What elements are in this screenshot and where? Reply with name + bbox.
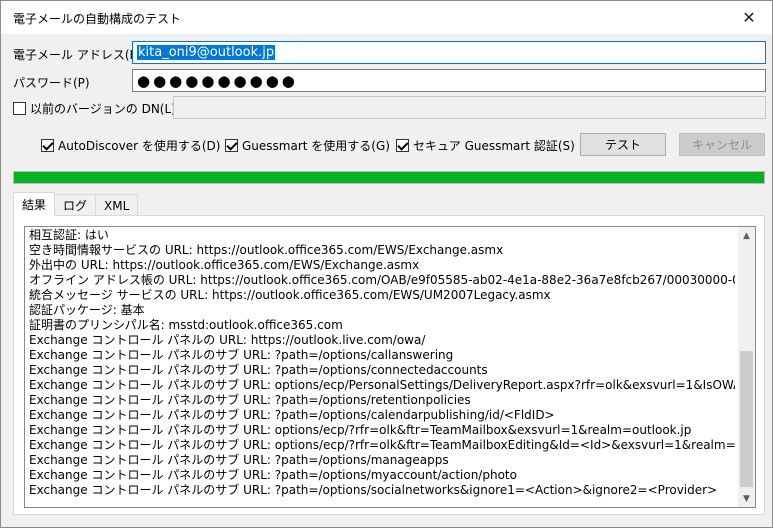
guessmart-checkbox-box bbox=[225, 139, 238, 152]
scroll-thumb[interactable] bbox=[740, 351, 753, 487]
close-button[interactable]: ✕ bbox=[726, 1, 772, 34]
scroll-down-icon[interactable]: ▼ bbox=[738, 490, 755, 507]
result-line: 外出中の URL: https://outlook.office365.com/… bbox=[29, 258, 420, 272]
legacy-dn-checkbox-box bbox=[13, 102, 26, 115]
test-button[interactable]: テスト bbox=[580, 133, 666, 156]
result-line: Exchange コントロール パネルのサブ URL: options/ecp/… bbox=[29, 378, 735, 392]
result-line: 相互認証: はい bbox=[29, 228, 109, 242]
result-line: 空き時間情報サービスの URL: https://outlook.office3… bbox=[29, 243, 504, 257]
legacy-dn-checkbox[interactable]: 以前のバージョンの DN(L) bbox=[13, 100, 176, 117]
password-input[interactable]: ●●●●●●●●●● bbox=[132, 69, 766, 92]
result-line: Exchange コントロール パネルのサブ URL: ?path=/optio… bbox=[29, 393, 471, 407]
result-line: Exchange コントロール パネルのサブ URL: ?path=/optio… bbox=[29, 408, 555, 422]
progress-fill bbox=[14, 172, 764, 183]
close-icon: ✕ bbox=[742, 8, 756, 27]
result-line: Exchange コントロール パネルのサブ URL: ?path=/optio… bbox=[29, 453, 449, 467]
password-label: パスワード(P) bbox=[13, 76, 90, 90]
email-value: kita_oni9@outlook.jp bbox=[137, 45, 276, 60]
password-value: ●●●●●●●●●● bbox=[137, 71, 298, 90]
results-lines: 相互認証: はい 空き時間情報サービスの URL: https://outlook… bbox=[29, 228, 735, 498]
secure-guessmart-label: セキュア Guessmart 認証(S) bbox=[413, 139, 575, 153]
autodiscover-label: AutoDiscover を使用する(D) bbox=[58, 139, 221, 153]
secure-guessmart-checkbox-box bbox=[396, 139, 409, 152]
result-line: Exchange コントロール パネルのサブ URL: ?path=/optio… bbox=[29, 468, 517, 482]
scroll-up-icon[interactable]: ▲ bbox=[738, 227, 755, 244]
result-line: Exchange コントロール パネルの URL: https://outloo… bbox=[29, 333, 426, 347]
result-line: Exchange コントロール パネルのサブ URL: ?path=/optio… bbox=[29, 363, 488, 377]
autodiscover-checkbox[interactable]: AutoDiscover を使用する(D) bbox=[41, 137, 220, 154]
autoconfig-dialog: 電子メールの自動構成のテスト ✕ 電子メール アドレス(E) kita_oni9… bbox=[0, 0, 773, 528]
guessmart-label: Guessmart を使用する(G) bbox=[242, 139, 390, 153]
tab-strip: 結果 ログ XML bbox=[13, 192, 139, 216]
legacy-dn-input[interactable] bbox=[173, 96, 766, 119]
tab-xml[interactable]: XML bbox=[95, 194, 139, 216]
result-line: オフライン アドレス帳の URL: https://outlook.office… bbox=[29, 273, 735, 287]
autodiscover-checkbox-box bbox=[41, 139, 54, 152]
result-line: Exchange コントロール パネルのサブ URL: ?path=/optio… bbox=[29, 483, 718, 497]
result-line: 証明書のプリンシパル名: msstd:outlook.office365.com bbox=[29, 318, 343, 332]
title-bar: 電子メールの自動構成のテスト ✕ bbox=[1, 1, 772, 34]
result-line: Exchange コントロール パネルのサブ URL: options/ecp/… bbox=[29, 423, 692, 437]
progress-bar bbox=[13, 171, 765, 184]
vertical-scrollbar[interactable]: ▲ ▼ bbox=[738, 227, 755, 507]
cancel-button[interactable]: キャンセル bbox=[679, 133, 765, 156]
window-title: 電子メールの自動構成のテスト bbox=[13, 12, 182, 26]
email-label: 電子メール アドレス(E) bbox=[13, 48, 142, 62]
result-line: 認証パッケージ: 基本 bbox=[29, 303, 145, 317]
tab-log[interactable]: ログ bbox=[54, 194, 97, 216]
tab-results[interactable]: 結果 bbox=[13, 192, 56, 216]
email-input[interactable]: kita_oni9@outlook.jp bbox=[132, 41, 766, 64]
results-panel: 相互認証: はい 空き時間情報サービスの URL: https://outlook… bbox=[13, 215, 765, 515]
secure-guessmart-checkbox[interactable]: セキュア Guessmart 認証(S) bbox=[396, 137, 575, 154]
result-line: 統合メッセージ サービスの URL: https://outlook.offic… bbox=[29, 288, 551, 302]
results-textbox[interactable]: 相互認証: はい 空き時間情報サービスの URL: https://outlook… bbox=[24, 226, 756, 508]
guessmart-checkbox[interactable]: Guessmart を使用する(G) bbox=[225, 137, 390, 154]
result-line: Exchange コントロール パネルのサブ URL: ?path=/optio… bbox=[29, 348, 454, 362]
result-line: Exchange コントロール パネルのサブ URL: options/ecp/… bbox=[29, 438, 735, 452]
legacy-dn-label: 以前のバージョンの DN(L) bbox=[30, 102, 176, 116]
